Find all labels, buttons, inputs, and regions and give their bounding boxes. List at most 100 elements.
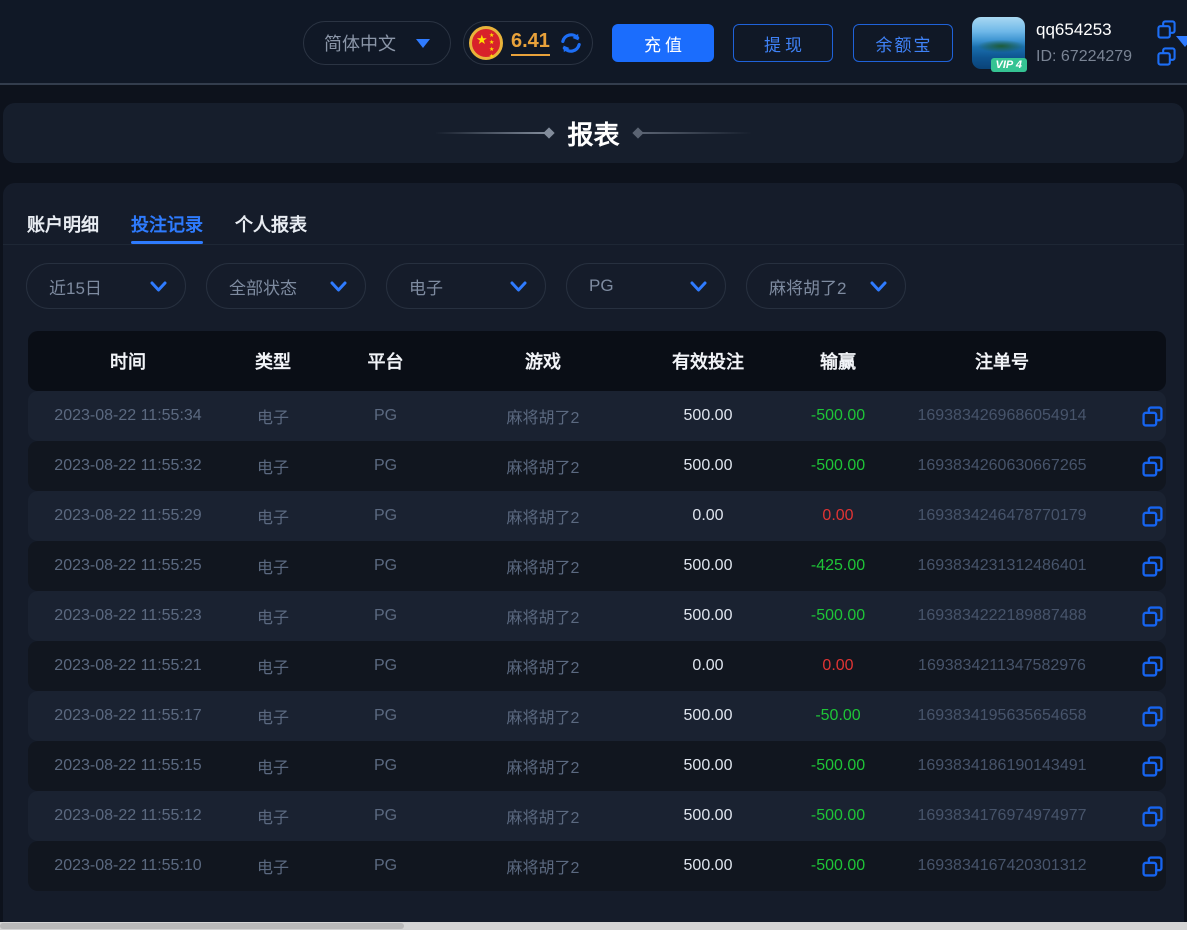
cell-type: 电子	[228, 554, 318, 578]
page-title: 报表	[567, 115, 619, 152]
copy-order-icon[interactable]	[1142, 806, 1163, 827]
cell-type: 电子	[228, 804, 318, 828]
cell-platform: PG	[318, 407, 453, 425]
cell-win-loss: -425.00	[783, 557, 893, 575]
copy-order-icon[interactable]	[1142, 756, 1163, 777]
cell-win-loss: -500.00	[783, 807, 893, 825]
cell-order-no: 1693834231312486401	[893, 557, 1111, 575]
cell-time: 2023-08-22 11:55:34	[28, 407, 228, 425]
table-body: 2023-08-22 11:55:34 电子 PG 麻将胡了2 500.00 -…	[28, 391, 1166, 891]
table-row: 2023-08-22 11:55:15 电子 PG 麻将胡了2 500.00 -…	[28, 741, 1166, 791]
cell-type: 电子	[228, 404, 318, 428]
cell-type: 电子	[228, 604, 318, 628]
exchange-rate-widget: ★ ★ ★★ ★ 6.41	[463, 21, 593, 65]
table-header-row: 时间 类型 平台 游戏 有效投注 输赢 注单号	[28, 331, 1166, 391]
edge-caret-icon[interactable]	[1176, 36, 1187, 47]
copy-order-icon[interactable]	[1142, 456, 1163, 477]
cell-platform: PG	[318, 507, 453, 525]
horizontal-scrollbar[interactable]	[0, 922, 1187, 930]
tab-bet-records[interactable]: 投注记录	[131, 211, 203, 244]
table-row: 2023-08-22 11:55:29 电子 PG 麻将胡了2 0.00 0.0…	[28, 491, 1166, 541]
table-row: 2023-08-22 11:55:25 电子 PG 麻将胡了2 500.00 -…	[28, 541, 1166, 591]
col-header-win-loss: 输赢	[783, 348, 893, 374]
cell-platform: PG	[318, 807, 453, 825]
table-row: 2023-08-22 11:55:34 电子 PG 麻将胡了2 500.00 -…	[28, 391, 1166, 441]
copy-order-icon[interactable]	[1142, 656, 1163, 677]
cell-time: 2023-08-22 11:55:12	[28, 807, 228, 825]
col-header-type: 类型	[228, 348, 318, 374]
title-diamond-right	[632, 127, 643, 138]
copy-order-icon[interactable]	[1142, 856, 1163, 877]
chevron-down-icon	[330, 281, 347, 292]
cell-game: 麻将胡了2	[453, 604, 633, 628]
col-header-valid-bet: 有效投注	[633, 348, 783, 374]
filter-bar: 近15日 全部状态 电子 PG 麻将胡了2	[3, 245, 1184, 309]
tab-personal-report[interactable]: 个人报表	[235, 211, 307, 244]
bet-records-table: 时间 类型 平台 游戏 有效投注 输赢 注单号 2023-08-22 11:55…	[28, 331, 1166, 891]
copy-order-icon[interactable]	[1142, 406, 1163, 427]
cell-time: 2023-08-22 11:55:25	[28, 557, 228, 575]
col-header-game: 游戏	[453, 348, 633, 374]
copy-order-icon[interactable]	[1142, 606, 1163, 627]
filter-game[interactable]: 麻将胡了2	[746, 263, 906, 309]
cell-time: 2023-08-22 11:55:10	[28, 857, 228, 875]
title-line-right	[640, 132, 752, 134]
cell-type: 电子	[228, 454, 318, 478]
title-diamond-left	[544, 127, 555, 138]
cell-game: 麻将胡了2	[453, 504, 633, 528]
chevron-down-icon	[690, 281, 707, 292]
filter-category[interactable]: 电子	[386, 263, 546, 309]
withdraw-button[interactable]: 提现	[733, 24, 833, 62]
cell-platform: PG	[318, 707, 453, 725]
cell-order-no: 1693834211347582976	[893, 657, 1111, 675]
cell-win-loss: -500.00	[783, 457, 893, 475]
cell-order-no: 1693834222189887488	[893, 607, 1111, 625]
yuebao-button[interactable]: 余额宝	[853, 24, 953, 62]
cell-time: 2023-08-22 11:55:29	[28, 507, 228, 525]
table-row: 2023-08-22 11:55:23 电子 PG 麻将胡了2 500.00 -…	[28, 591, 1166, 641]
cell-order-no: 1693834195635654658	[893, 707, 1111, 725]
chevron-down-icon	[150, 281, 167, 292]
cell-game: 麻将胡了2	[453, 454, 633, 478]
cell-win-loss: -500.00	[783, 607, 893, 625]
recharge-button[interactable]: 充值	[612, 24, 714, 62]
cell-platform: PG	[318, 607, 453, 625]
cell-valid-bet: 0.00	[633, 507, 783, 525]
filter-date-range[interactable]: 近15日	[26, 263, 186, 309]
cell-time: 2023-08-22 11:55:15	[28, 757, 228, 775]
cell-platform: PG	[318, 557, 453, 575]
copy-order-icon[interactable]	[1142, 506, 1163, 527]
scrollbar-thumb[interactable]	[0, 923, 404, 929]
filter-platform[interactable]: PG	[566, 263, 726, 309]
copy-order-icon[interactable]	[1142, 706, 1163, 727]
language-label: 简体中文	[324, 30, 396, 56]
copy-username-icon[interactable]	[1157, 20, 1176, 39]
china-flag-icon: ★ ★ ★★ ★	[469, 26, 503, 60]
chevron-down-icon	[510, 281, 527, 292]
user-id: ID: 67224279	[1036, 48, 1132, 66]
cell-game: 麻将胡了2	[453, 554, 633, 578]
title-line-left	[435, 132, 547, 134]
cell-game: 麻将胡了2	[453, 754, 633, 778]
cell-platform: PG	[318, 757, 453, 775]
cell-time: 2023-08-22 11:55:17	[28, 707, 228, 725]
col-header-platform: 平台	[318, 348, 453, 374]
copy-order-icon[interactable]	[1142, 556, 1163, 577]
exchange-rate-value[interactable]: 6.41	[511, 30, 550, 56]
cell-order-no: 1693834176974974977	[893, 807, 1111, 825]
cell-valid-bet: 500.00	[633, 457, 783, 475]
tab-account-detail[interactable]: 账户明细	[27, 211, 99, 244]
cell-valid-bet: 500.00	[633, 807, 783, 825]
cell-valid-bet: 500.00	[633, 407, 783, 425]
language-selector[interactable]: 简体中文	[303, 21, 451, 65]
copy-user-id-icon[interactable]	[1157, 47, 1176, 66]
report-content-panel: 账户明细 投注记录 个人报表 近15日 全部状态 电子 PG 麻将胡了2 时间 …	[3, 183, 1184, 930]
cell-win-loss: -50.00	[783, 707, 893, 725]
cell-win-loss: 0.00	[783, 657, 893, 675]
user-info: qq654253 ID: 67224279	[1036, 16, 1176, 70]
filter-status[interactable]: 全部状态	[206, 263, 366, 309]
refresh-icon[interactable]	[558, 30, 584, 56]
user-avatar[interactable]: VIP 4	[972, 17, 1025, 69]
cell-type: 电子	[228, 504, 318, 528]
cell-game: 麻将胡了2	[453, 404, 633, 428]
